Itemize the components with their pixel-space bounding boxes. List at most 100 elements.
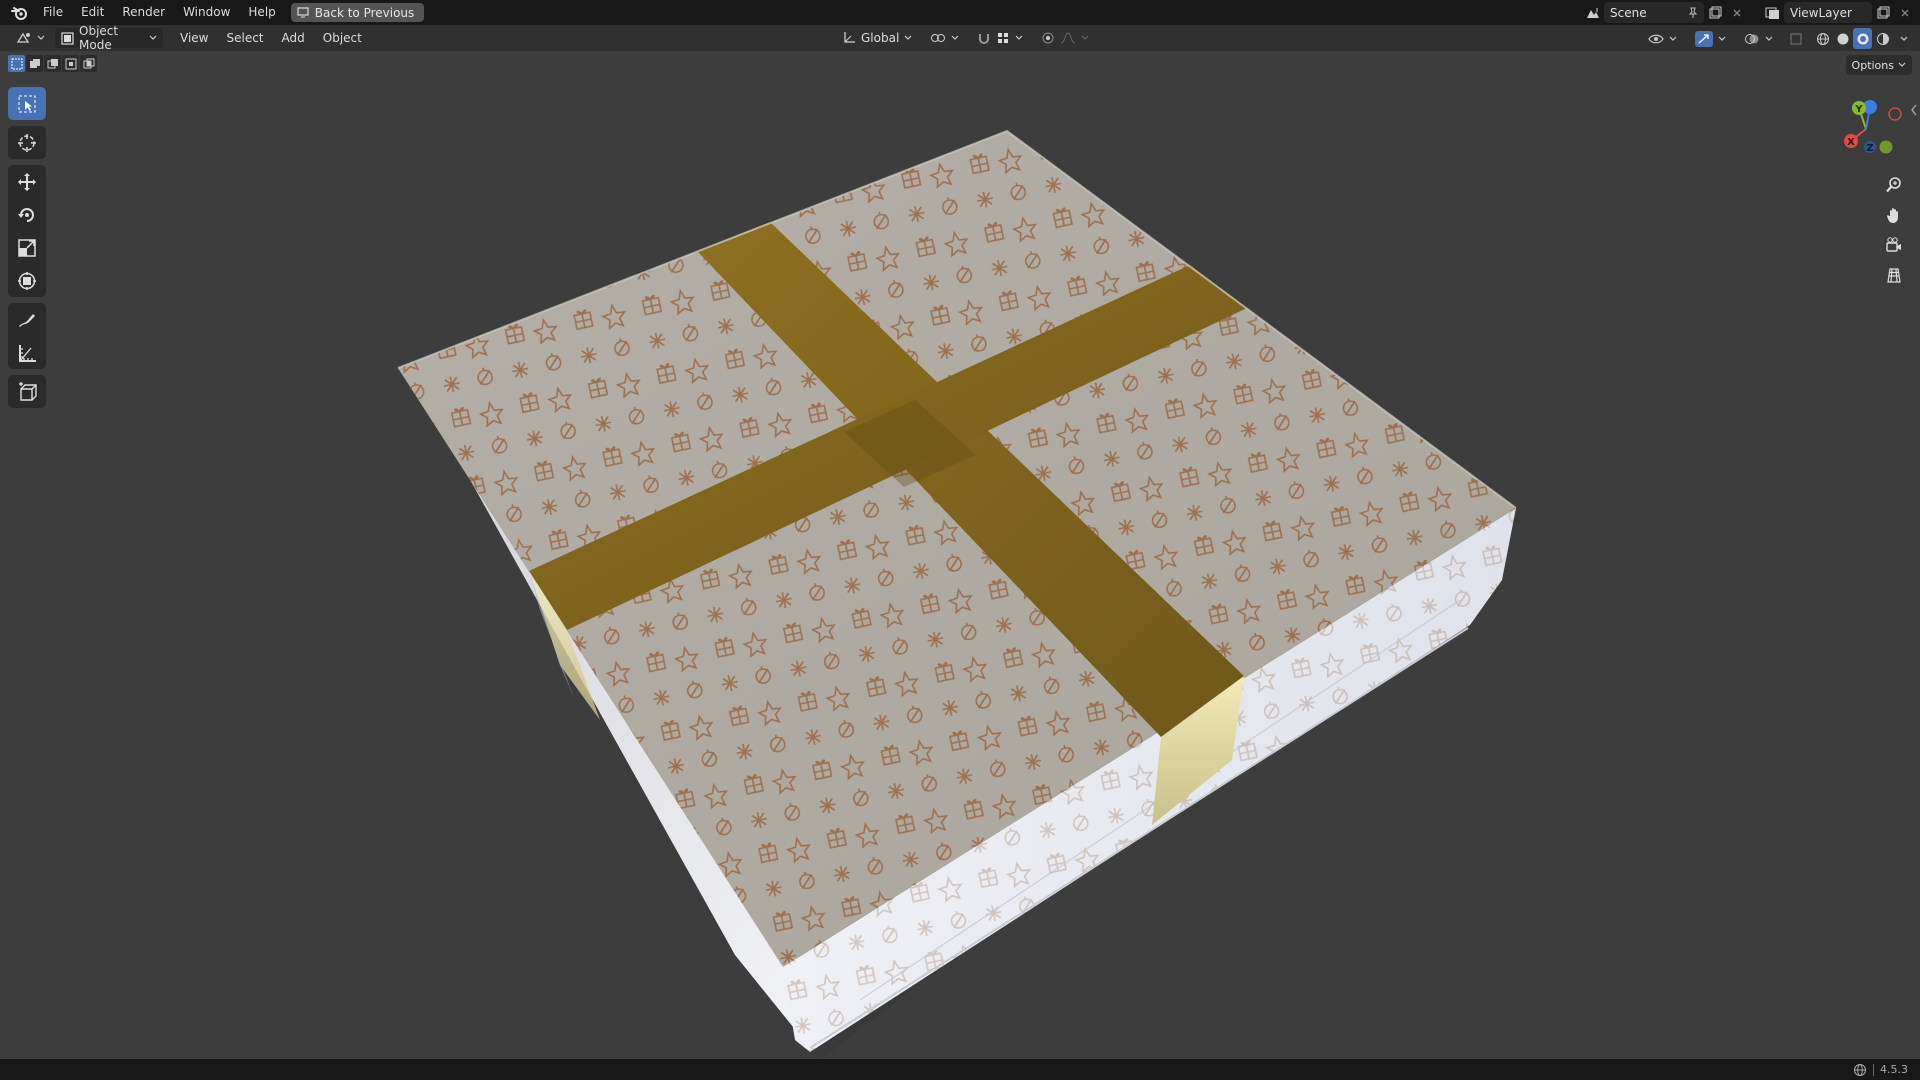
viewport-navigation-buttons (1880, 172, 1908, 288)
menu-view[interactable]: View (171, 25, 217, 51)
pin-icon[interactable] (1688, 7, 1698, 19)
scale-tool-icon[interactable] (8, 231, 46, 264)
menu-render[interactable]: Render (113, 0, 174, 25)
object-mode-dropdown[interactable]: Object Mode (55, 24, 163, 52)
pan-hand-icon[interactable] (1880, 202, 1908, 228)
chevron-down-icon (1015, 35, 1023, 41)
object-mode-icon (61, 31, 74, 45)
network-globe-icon[interactable] (1853, 1063, 1867, 1077)
main-menu: File Edit Render Window Help (34, 0, 285, 25)
orientation-axes-icon (842, 31, 856, 45)
wireframe-shading-icon[interactable] (1813, 28, 1832, 49)
gizmo-neg-y-circle (1879, 140, 1893, 154)
cursor-tool-icon[interactable] (8, 126, 46, 159)
select-subtract-icon[interactable] (44, 55, 61, 72)
rendered-shading-icon[interactable] (1873, 28, 1892, 49)
chevron-down-icon (1765, 36, 1773, 42)
shading-modes (1813, 28, 1892, 49)
status-bar: 4.5.3 (0, 1059, 1920, 1080)
scene-selector: Scene (1582, 2, 1748, 23)
menu-window[interactable]: Window (174, 0, 239, 25)
shading-options-chevron-icon[interactable] (1898, 28, 1910, 49)
viewport-header: Object Mode View Select Add Object Globa… (0, 24, 1920, 52)
3d-viewport-icon (16, 31, 32, 45)
transform-orientation-dropdown[interactable]: Global (836, 28, 918, 48)
gizmo-z-label: Z (1866, 143, 1873, 154)
scene-browse-icon[interactable] (1582, 2, 1604, 23)
gizmo-x-label: X (1847, 137, 1855, 148)
editor-type-dropdown[interactable] (10, 28, 51, 48)
xray-toggle-icon[interactable] (1785, 28, 1807, 49)
select-box-tool-icon[interactable] (8, 87, 46, 120)
box-front-side (783, 508, 1516, 1052)
perspective-grid-icon[interactable] (1880, 262, 1908, 288)
back-to-previous-label: Back to Previous (314, 5, 415, 20)
select-intersect-icon[interactable] (80, 55, 97, 72)
chevron-down-icon (1898, 62, 1906, 68)
add-cube-tool-icon[interactable] (8, 375, 46, 408)
blender-version: 4.5.3 (1880, 1063, 1908, 1076)
zoom-icon[interactable] (1880, 172, 1908, 198)
chevron-down-icon (1081, 35, 1089, 41)
menu-help[interactable]: Help (239, 0, 284, 25)
box-top-face (398, 131, 1516, 967)
menu-file[interactable]: File (34, 0, 72, 25)
chevron-down-icon (1669, 36, 1677, 42)
annotate-tool-icon[interactable] (8, 303, 46, 336)
options-label: Options (1851, 58, 1894, 72)
menu-add[interactable]: Add (273, 25, 314, 51)
select-new-icon[interactable] (8, 55, 25, 72)
options-dropdown[interactable]: Options (1845, 55, 1912, 75)
gizmo-y-label: Y (1854, 104, 1863, 115)
menu-object[interactable]: Object (314, 25, 371, 51)
snap-controls[interactable] (971, 28, 1029, 48)
material-preview-shading-icon[interactable] (1853, 28, 1872, 49)
view-layer-selector: ViewLayer (1762, 2, 1916, 23)
transform-tool-icon[interactable] (8, 264, 46, 297)
measure-tool-icon[interactable] (8, 336, 46, 369)
scene-name: Scene (1610, 5, 1647, 20)
select-invert-icon[interactable] (62, 55, 79, 72)
new-scene-icon[interactable] (1704, 2, 1726, 23)
chevron-down-icon (951, 35, 959, 41)
viewport-3d-scene[interactable] (0, 0, 1920, 1080)
chevron-down-icon (1718, 36, 1726, 42)
view-layer-browse-icon[interactable] (1762, 2, 1784, 23)
pivot-point-dropdown[interactable] (924, 28, 965, 48)
camera-view-icon[interactable] (1880, 232, 1908, 258)
rotate-tool-icon[interactable] (8, 198, 46, 231)
overlays-icon (1744, 32, 1760, 46)
gizmo-toggle[interactable] (1689, 29, 1732, 49)
ribbon-band-b (529, 265, 1247, 630)
view-layer-name-field[interactable]: ViewLayer (1784, 2, 1872, 23)
select-extend-icon[interactable] (26, 55, 43, 72)
solid-shading-icon[interactable] (1833, 28, 1852, 49)
status-divider (1873, 1063, 1874, 1076)
blender-logo-icon[interactable] (8, 2, 30, 24)
snap-grid-icon (996, 31, 1010, 45)
visibility-dropdown[interactable] (1642, 29, 1683, 49)
menu-edit[interactable]: Edit (72, 0, 113, 25)
delete-view-layer-icon[interactable] (1894, 2, 1916, 23)
navigation-gizmo[interactable]: X Y Z (1834, 96, 1914, 166)
delete-scene-icon[interactable] (1726, 2, 1748, 23)
pivot-icon (930, 31, 946, 45)
move-tool-icon[interactable] (8, 165, 46, 198)
new-view-layer-icon[interactable] (1872, 2, 1894, 23)
object-mode-label: Object Mode (79, 24, 119, 52)
selection-mode-buttons (8, 55, 97, 72)
screen-icon (297, 7, 309, 18)
scene-name-field[interactable]: Scene (1604, 2, 1704, 23)
gizmo-icon (1695, 30, 1713, 47)
ribbon-side-left (529, 571, 600, 720)
menu-select[interactable]: Select (217, 25, 272, 51)
proportional-editing-controls[interactable] (1035, 28, 1095, 48)
falloff-icon (1060, 31, 1076, 45)
ribbon-side-front (1152, 676, 1244, 825)
ribbon-band-a (697, 222, 1244, 737)
chevron-down-icon (904, 35, 912, 41)
back-to-previous-button[interactable]: Back to Previous (290, 3, 425, 22)
proportional-edit-icon (1041, 31, 1055, 45)
overlays-toggle[interactable] (1738, 29, 1779, 49)
transform-orientation-label: Global (861, 31, 900, 45)
